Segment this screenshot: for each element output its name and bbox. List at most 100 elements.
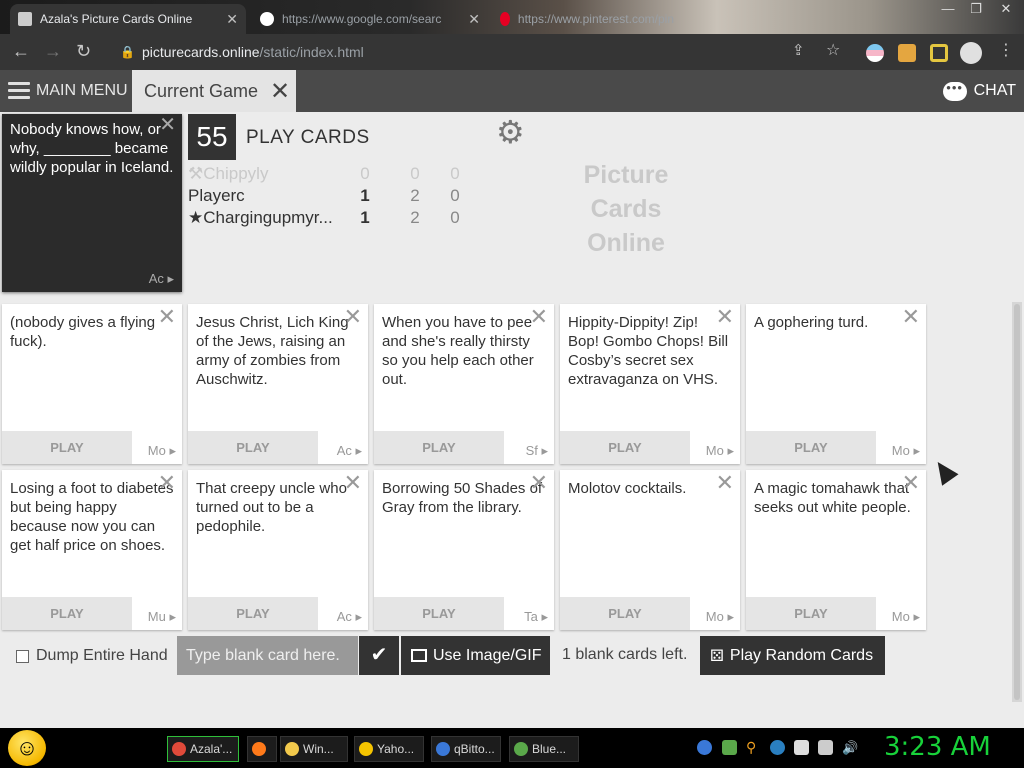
discard-card-icon[interactable]: ✕ (716, 472, 734, 494)
gear-icon[interactable]: ⚙ (496, 116, 525, 148)
white-answer-card[interactable]: When you have to pee and she's really th… (374, 304, 554, 464)
white-answer-card[interactable]: Losing a foot to diabetes but being happ… (2, 470, 182, 630)
main-menu-label: MAIN MENU (36, 82, 128, 99)
volume-tray-icon[interactable]: 🔊 (842, 740, 858, 755)
taskbar-item[interactable]: Azala'... (167, 736, 239, 762)
card-author-link[interactable]: Mo ▸ (148, 441, 176, 461)
taskbar-item[interactable]: Win... (280, 736, 348, 762)
white-answer-card[interactable]: (nobody gives a flying fuck). ✕ PLAY Mo ▸ (2, 304, 182, 464)
white-answer-card[interactable]: A gophering turd. ✕ PLAY Mo ▸ (746, 304, 926, 464)
tab-current-game[interactable]: Current Game ✕ (132, 70, 296, 112)
submit-blank-button[interactable]: ✔ (359, 636, 399, 675)
card-text: That creepy uncle who turned out to be a… (196, 480, 347, 535)
browser-tab-title: Azala's Picture Cards Online (40, 12, 193, 26)
tab-close-icon[interactable]: ✕ (468, 11, 480, 28)
qbittorrent-tray-icon[interactable] (697, 740, 712, 755)
taskbar-clock[interactable]: 3:23 AM (884, 732, 991, 762)
card-author-link[interactable]: Sf ▸ (526, 441, 548, 461)
discard-card-icon[interactable]: ✕ (902, 472, 920, 494)
discard-card-icon[interactable]: ✕ (158, 472, 176, 494)
kebab-menu-icon[interactable]: ⋮ (998, 42, 1014, 60)
blank-card-input[interactable] (177, 636, 358, 675)
white-answer-card[interactable]: Hippity-Dippity! Zip! Bop! Gombo Chops! … (560, 304, 740, 464)
share-icon[interactable]: ⇪ (792, 42, 805, 60)
start-smiley-icon[interactable]: ☺ (8, 730, 46, 766)
play-card-button[interactable]: PLAY (188, 431, 318, 464)
play-card-button[interactable]: PLAY (2, 597, 132, 630)
white-answer-card[interactable]: Borrowing 50 Shades of Gray from the lib… (374, 470, 554, 630)
discard-card-icon[interactable]: ✕ (530, 472, 548, 494)
page-scrollbar[interactable] (1012, 302, 1022, 702)
play-card-button[interactable]: PLAY (374, 597, 504, 630)
play-random-button[interactable]: ⚄ Play Random Cards (700, 636, 885, 675)
bookmark-star-icon[interactable]: ☆ (826, 42, 840, 60)
minimize-icon[interactable]: — (934, 0, 962, 20)
puzzle-extension-icon[interactable] (898, 44, 916, 62)
browser-tab-active[interactable]: Azala's Picture Cards Online ✕ (10, 4, 246, 34)
play-card-button[interactable]: PLAY (560, 597, 690, 630)
close-tab-icon[interactable]: ✕ (270, 77, 290, 106)
flag-extension-icon[interactable] (866, 44, 884, 62)
play-card-button[interactable]: PLAY (746, 431, 876, 464)
white-answer-card[interactable]: That creepy uncle who turned out to be a… (188, 470, 368, 630)
close-window-icon[interactable]: ✕ (992, 0, 1020, 20)
network-tray-icon[interactable] (722, 740, 737, 755)
play-card-button[interactable]: PLAY (2, 431, 132, 464)
dump-hand-checkbox[interactable]: Dump Entire Hand (16, 647, 168, 665)
main-menu-button[interactable]: MAIN MENU (0, 70, 132, 112)
play-card-button[interactable]: PLAY (746, 597, 876, 630)
browser-tab[interactable]: https://www.google.com/searc ✕ (252, 4, 488, 34)
player-name: Playerc (188, 186, 245, 205)
taskbar-item[interactable]: Blue... (509, 736, 579, 762)
card-author-link[interactable]: Ac ▸ (149, 269, 174, 288)
taskbar-item[interactable]: qBitto... (431, 736, 501, 762)
discard-card-icon[interactable]: ✕ (902, 306, 920, 328)
discard-card-icon[interactable]: ✕ (344, 306, 362, 328)
chat-button[interactable]: ••• CHAT (942, 70, 1016, 112)
profile-avatar-icon[interactable] (960, 42, 982, 64)
white-answer-card[interactable]: A magic tomahawk that seeks out white pe… (746, 470, 926, 630)
scrollbar-thumb[interactable] (1014, 304, 1020, 700)
use-image-button[interactable]: Use Image/GIF (401, 636, 550, 675)
white-answer-card[interactable]: Molotov cocktails. ✕ PLAY Mo ▸ (560, 470, 740, 630)
card-author-link[interactable]: Mo ▸ (892, 607, 920, 627)
discard-card-icon[interactable]: ✕ (344, 472, 362, 494)
dump-hand-label: Dump Entire Hand (36, 647, 168, 664)
card-author-link[interactable]: Mo ▸ (706, 607, 734, 627)
discard-card-icon[interactable]: ✕ (716, 306, 734, 328)
card-text: Hippity-Dippity! Zip! Bop! Gombo Chops! … (568, 314, 729, 388)
reload-icon[interactable]: ↻ (76, 42, 91, 60)
card-author-link[interactable]: Ac ▸ (337, 607, 362, 627)
search-tray-icon[interactable]: ⚲ (746, 740, 761, 755)
browser-tab[interactable]: https://www.pinterest.com/pin (492, 4, 682, 34)
card-author-link[interactable]: Ta ▸ (524, 607, 548, 627)
card-author-link[interactable]: Mu ▸ (148, 607, 176, 627)
play-card-button[interactable]: PLAY (188, 597, 318, 630)
card-author-link[interactable]: Ac ▸ (337, 441, 362, 461)
chat-label: CHAT (973, 82, 1016, 99)
play-card-button[interactable]: PLAY (560, 431, 690, 464)
black-card-text: Nobody knows how, or why, ________ becam… (10, 121, 174, 176)
white-answer-card[interactable]: Jesus Christ, Lich King of the Jews, rai… (188, 304, 368, 464)
discard-card-icon[interactable]: ✕ (530, 306, 548, 328)
forward-arrow-icon[interactable]: → (44, 42, 62, 60)
close-icon[interactable]: ✕ (159, 115, 176, 135)
dice-icon: ⚄ (710, 647, 724, 665)
checkbox-icon[interactable] (16, 649, 29, 663)
info-tray-icon[interactable] (770, 740, 785, 755)
card-author-link[interactable]: Mo ▸ (892, 441, 920, 461)
app-nav-bar: MAIN MENU Current Game ✕ ••• CHAT (0, 70, 1024, 112)
tab-close-icon[interactable]: ✕ (226, 11, 238, 28)
sidebar-icon[interactable] (930, 44, 948, 62)
card-author-link[interactable]: Mo ▸ (706, 441, 734, 461)
discard-card-icon[interactable]: ✕ (158, 306, 176, 328)
flag-tray-icon[interactable] (794, 740, 809, 755)
display-tray-icon[interactable] (818, 740, 833, 755)
taskbar-item[interactable] (247, 736, 277, 762)
address-bar[interactable]: 🔒 picturecards.online/static/index.html (112, 40, 854, 64)
back-arrow-icon[interactable]: ← (12, 42, 30, 60)
maximize-icon[interactable]: ❐ (962, 0, 990, 20)
play-card-button[interactable]: PLAY (374, 431, 504, 464)
brand-line: Online (587, 229, 665, 257)
taskbar-item[interactable]: Yaho... (354, 736, 424, 762)
